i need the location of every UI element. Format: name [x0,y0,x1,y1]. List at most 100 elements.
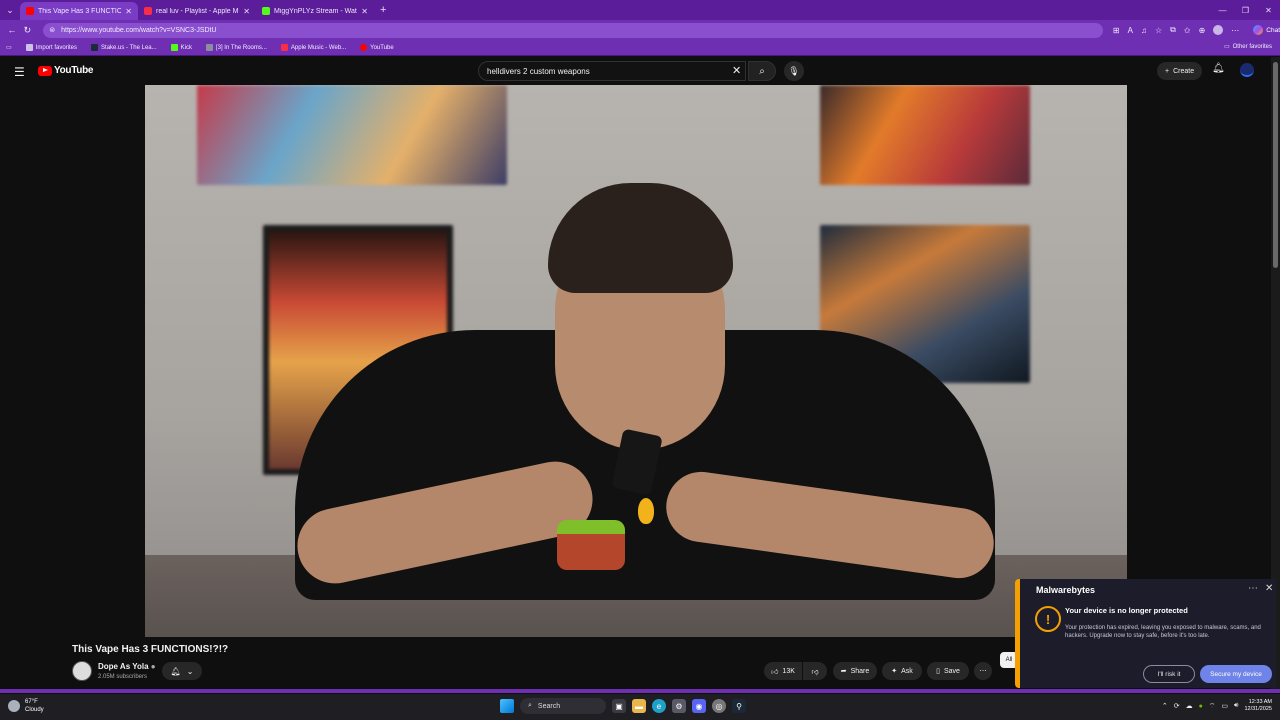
notification-more-icon[interactable]: ⋯ [1248,583,1258,594]
bookmark-in-the-rooms[interactable]: [3] In The Rooms... [205,44,267,51]
more-actions-button[interactable]: ⋯ [974,662,992,680]
jar-object [557,520,625,570]
start-icon[interactable] [500,699,514,713]
tab-youtube[interactable]: This Vape Has 3 FUNCTIONS!?!? ✕ [20,2,138,20]
display-icon[interactable]: ▭ [1221,702,1228,710]
steam-icon[interactable]: ⚲ [732,699,746,713]
sync-icon[interactable]: ⟳ [1174,702,1180,710]
volume-icon[interactable]: 🔊︎ [1234,702,1238,710]
tab-actions-icon[interactable]: ⌄ [0,0,20,20]
close-tab-icon[interactable]: ✕ [361,7,368,16]
voice-search-button[interactable]: 🎙︎ [784,61,804,81]
back-icon[interactable]: ← [4,25,20,35]
risk-it-button[interactable]: I'll risk it [1143,665,1195,683]
malwarebytes-logo: Malwarebytes [1036,585,1096,595]
url-text: https://www.youtube.com/watch?v=VSNC3-JS… [61,26,217,34]
bookmark-label: YouTube [370,44,394,51]
more-menu-icon[interactable]: ⋯ [1231,26,1239,35]
secure-device-button[interactable]: Secure my device [1200,665,1272,683]
notifications-bell-icon[interactable]: 🔔︎ [1212,63,1225,74]
refresh-icon[interactable]: ↻ [20,25,36,36]
ask-button[interactable]: ✦ Ask [882,662,922,680]
url-field[interactable]: ⊜ https://www.youtube.com/watch?v=VSNC3-… [43,22,1103,38]
more-icon: ⋯ [979,668,987,675]
taskbar-search[interactable]: ⌕ Search [520,698,606,714]
bookmark-apple-music[interactable]: Apple Music - Web... [280,44,347,51]
folder-icon: ▭ [1223,44,1230,50]
bookmark-import-favorites[interactable]: Import favorites [25,44,78,51]
file-explorer-icon[interactable]: ▬ [632,699,646,713]
search-icon: ⌕ [759,65,765,77]
close-window-icon[interactable]: ✕ [1257,6,1280,15]
tray-overflow-icon[interactable]: ⌃ [1162,702,1168,710]
warning-icon: ! [1035,606,1061,632]
close-tab-icon[interactable]: ✕ [125,7,132,16]
tab-apple-music[interactable]: real luv - Playlist - Apple Music ✕ [138,2,256,20]
read-aloud-icon[interactable]: A [1128,26,1133,35]
dislike-button[interactable]: 👎︎ [803,662,827,680]
account-avatar[interactable] [1240,63,1254,77]
settings-icon[interactable]: ⚙ [672,699,686,713]
other-favorites[interactable]: ▭ Other favorites [1223,43,1272,51]
subscriber-count: 2.05M subscribers [98,674,148,680]
search-input[interactable]: helldivers 2 custom weapons [478,61,746,81]
apple-music-favicon-icon [144,7,152,15]
kick-favicon-icon [170,44,178,51]
scrollbar-thumb[interactable] [1273,62,1278,268]
bookmark-label: Apple Music - Web... [290,44,347,51]
wifi-icon[interactable]: ⌔ [1209,702,1216,711]
save-button[interactable]: ▯ Save [927,662,969,680]
weather-condition: Cloudy [25,707,44,713]
extensions-icon[interactable]: ⧉ [1170,25,1176,35]
restore-icon[interactable]: ❐ [1234,6,1257,15]
browser-bottom-edge [0,689,1280,693]
app-available-icon[interactable]: ⊞ [1113,26,1120,35]
profile-avatar[interactable] [1213,25,1224,35]
video-player[interactable] [145,85,1127,637]
other-favorites-label: Other favorites [1232,43,1272,50]
edge-icon[interactable]: e [652,699,666,713]
share-button[interactable]: ➦ Share [833,662,877,680]
bookmark-kick[interactable]: Kick [170,44,192,51]
search-button[interactable]: ⌕ [748,61,776,81]
new-tab-icon[interactable]: + [374,4,392,16]
rooms-favicon-icon [205,44,213,51]
notification-close-icon[interactable]: ✕ [1265,583,1273,594]
bookmark-stake[interactable]: Stake.us - The Lea... [91,44,157,51]
notifications-blocked-icon[interactable]: ♫ [1141,26,1147,35]
tab-title: real luv - Playlist - Apple Music [156,7,239,15]
copilot-icon [1253,25,1264,35]
copilot-chat-button[interactable]: Chat [1253,25,1280,35]
search-icon: ⌕ [528,702,532,709]
bookmark-label: Import favorites [35,44,78,51]
bell-icon: 🔔︎ [170,666,181,676]
subscription-bell-button[interactable]: 🔔︎ ⌄ [162,662,202,680]
address-bar-icons: ⊞ A ♫ ☆ ⧉ ✩ ⊕ ⋯ Chat [1113,25,1280,35]
site-info-icon[interactable]: ⊜ [49,26,55,34]
create-button[interactable]: + Create [1157,62,1203,80]
channel-name[interactable]: Dope As Yola ● [98,662,156,671]
sidebar-toggle-icon[interactable]: ▭ [6,44,12,51]
taskbar-search-label: Search [537,702,561,710]
channel-avatar[interactable] [72,661,92,681]
collections-icon[interactable]: ⊕ [1199,26,1206,35]
bookmark-youtube[interactable]: YouTube [360,44,394,51]
chrome-icon[interactable]: ◎ [712,699,726,713]
onedrive-icon[interactable]: ☁ [1186,702,1193,710]
like-button[interactable]: 👍︎ 13K [764,662,802,680]
ask-label: Ask [901,667,913,675]
clock[interactable]: 12:33 AM 12/31/2025 [1244,699,1272,713]
weather-widget[interactable]: 67°F Cloudy [8,698,44,714]
clear-search-icon[interactable]: ✕ [732,64,741,77]
favorite-star-icon[interactable]: ☆ [1155,26,1162,35]
nvidia-icon[interactable]: ● [1199,703,1203,710]
windows-taskbar: 67°F Cloudy ⌕ Search ▣ ▬ e ⚙ ◉ ◎ ⚲ ⌃ ⟳ ☁… [0,694,1280,720]
favorites-icon[interactable]: ✩ [1184,26,1191,35]
task-view-icon[interactable]: ▣ [612,699,626,713]
discord-icon[interactable]: ◉ [692,699,706,713]
minimize-icon[interactable]: — [1211,6,1234,15]
close-tab-icon[interactable]: ✕ [243,7,250,16]
menu-icon[interactable]: ☰ [14,65,25,79]
youtube-logo[interactable]: YouTube [38,65,94,76]
tab-kick[interactable]: MiggYnPLYz Stream - Watch ✕ [256,2,374,20]
